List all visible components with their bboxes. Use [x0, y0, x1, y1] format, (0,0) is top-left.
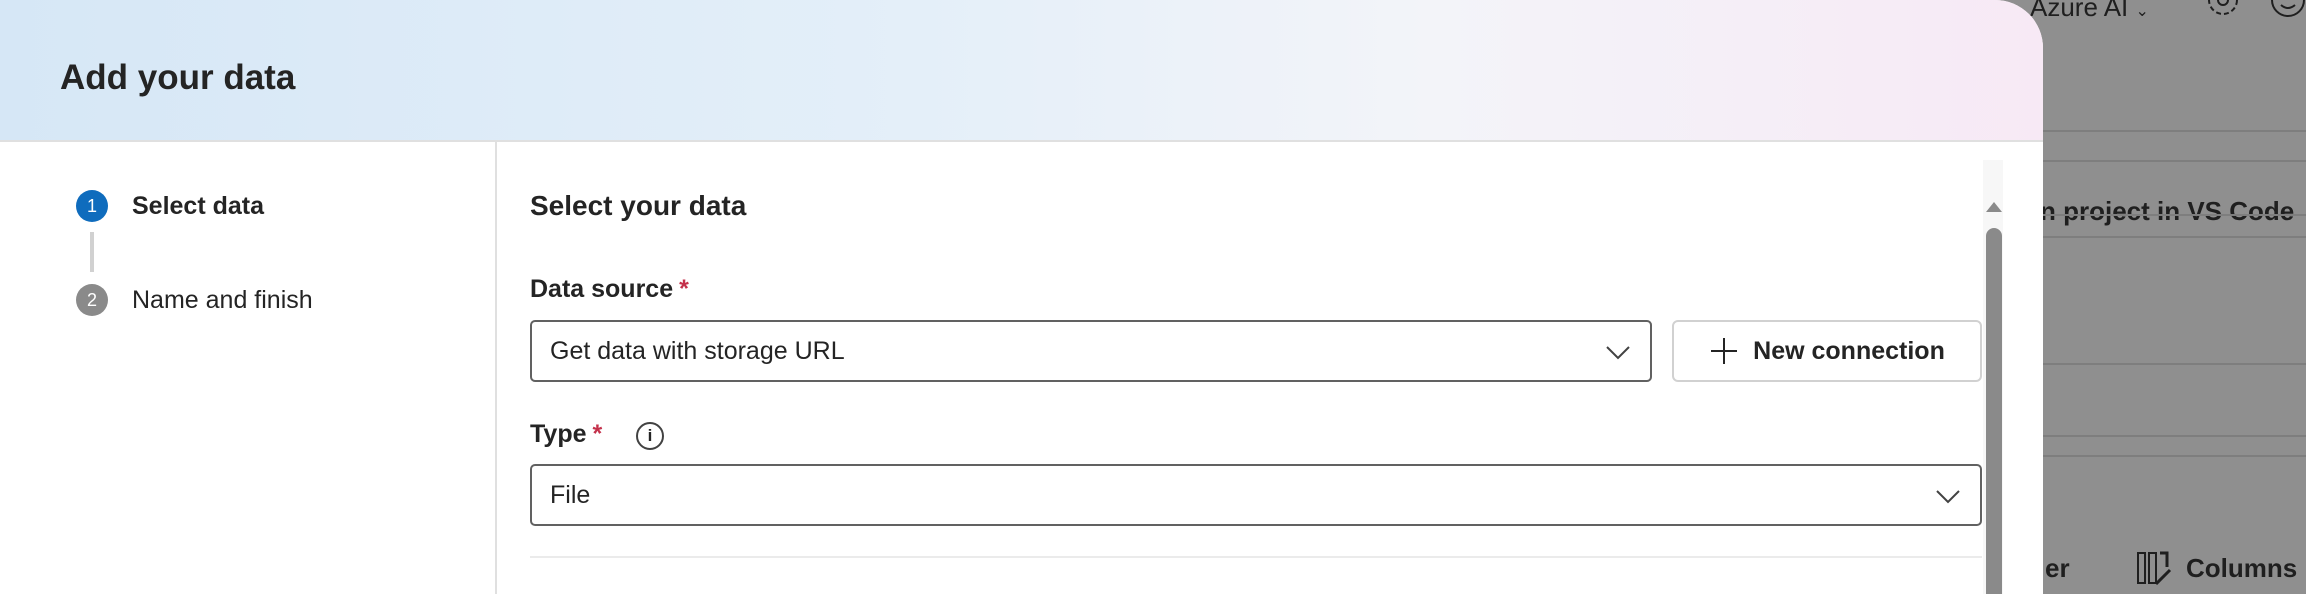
step-label: Name and finish	[132, 285, 313, 314]
type-dropdown[interactable]: File	[530, 464, 1982, 526]
step-name-and-finish[interactable]: 2 Name and finish	[76, 284, 313, 316]
background-row-link[interactable]: n project in VS Code	[2040, 196, 2294, 227]
feedback-smiley-icon[interactable]	[2268, 0, 2306, 20]
chevron-down-icon: ⌄	[2135, 3, 2149, 20]
type-value: File	[550, 480, 591, 509]
new-connection-button[interactable]: New connection	[1672, 320, 1982, 382]
info-icon[interactable]: i	[636, 422, 664, 450]
filter-button-partial[interactable]: er	[2045, 553, 2070, 584]
account-label: Azure AI	[2030, 0, 2129, 22]
data-source-label: Data source *	[530, 275, 689, 303]
chevron-down-icon	[1606, 346, 1630, 360]
columns-icon	[2137, 551, 2172, 586]
section-divider	[530, 556, 1982, 558]
chevron-down-icon	[1936, 490, 1960, 504]
columns-button[interactable]: Columns	[2136, 550, 2297, 586]
step-number-badge: 1	[76, 190, 108, 222]
step-label: Select data	[132, 191, 265, 220]
data-source-value: Get data with storage URL	[550, 336, 845, 365]
step-number-badge: 2	[76, 284, 108, 316]
section-title: Select your data	[530, 190, 747, 221]
gear-icon[interactable]	[2205, 0, 2241, 20]
account-switcher[interactable]: Azure AI ⌄	[2030, 0, 2149, 23]
dialog-header: Add your data	[0, 0, 2043, 142]
dialog-title: Add your data	[60, 58, 296, 97]
required-mark: *	[592, 420, 603, 448]
data-source-dropdown[interactable]: Get data with storage URL	[530, 320, 1652, 382]
step-connector	[90, 232, 94, 272]
type-label: Type *	[530, 420, 603, 448]
plus-icon	[1711, 338, 1738, 364]
step-select-data[interactable]: 1 Select data	[76, 190, 264, 222]
scrollbar[interactable]	[1983, 160, 2003, 594]
new-connection-label: New connection	[1753, 336, 1945, 365]
scrollbar-thumb[interactable]	[1986, 228, 2002, 594]
add-data-dialog: Add your data 1 Select data 2 Name and f…	[0, 0, 2043, 594]
scroll-up-arrow-icon[interactable]	[1986, 202, 2002, 212]
columns-label: Columns	[2186, 552, 2298, 583]
required-mark: *	[679, 275, 689, 303]
